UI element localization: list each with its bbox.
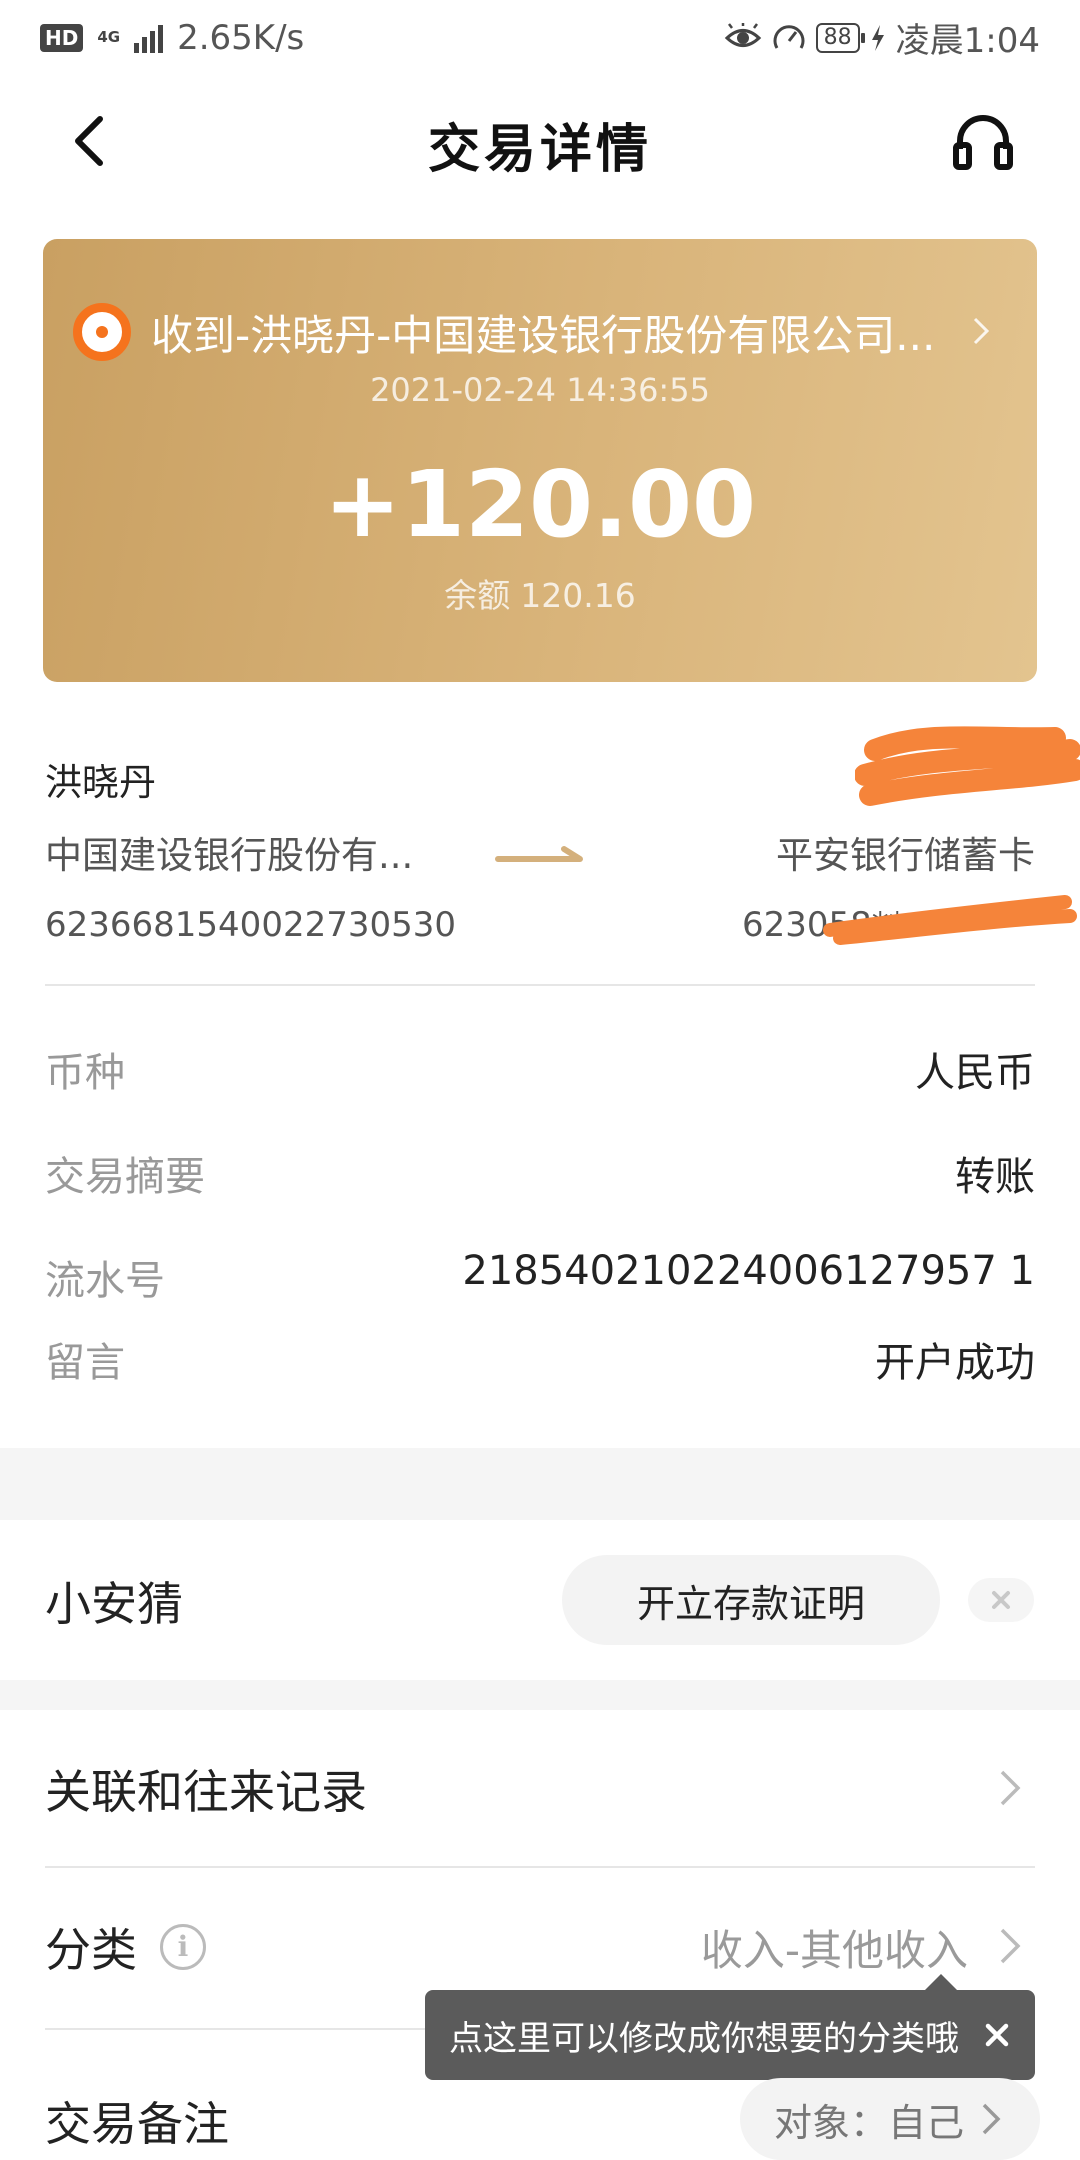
remark-object-text: 对象：自己 [774,2100,965,2145]
status-bar: HD 4G 2.65K/s 88 凌晨1:04 [0,0,1080,75]
category-tooltip: 点这里可以修改成你想要的分类哦 [425,1974,1035,2080]
charging-icon [871,24,884,51]
payer-account: 6236681540022730530 [45,905,457,945]
summary-value: 转账 [955,1154,1035,1200]
status-bar-left: HD 4G 2.65K/s [40,18,304,58]
serial-number-value: 218540210224006127957 1 [462,1248,1035,1294]
currency-label: 币种 [45,1050,125,1096]
network-speed: 2.65K/s [177,17,305,58]
bank-logo-icon [73,303,131,361]
xiaoan-title: 小安猜 [45,1577,183,1631]
divider [45,984,1035,986]
summary-label: 交易摘要 [45,1154,205,1200]
info-icon[interactable]: i [160,1924,206,1970]
balance-value: 120.16 [520,576,636,615]
transaction-datetime: 2021-02-24 14:36:55 [370,371,710,409]
redaction-scribble [855,726,1080,806]
speed-meter-icon [773,24,805,49]
counterparty-link[interactable]: 收到-洪晓丹-中国建设银行股份有限公司... [73,297,1003,367]
redaction-scribble-account [823,895,1077,945]
clock: 凌晨1:04 [895,21,1040,61]
eye-comfort-icon [724,22,761,47]
transaction-amount: +120.00 [323,451,757,558]
transfer-arrow-icon [495,846,583,862]
transaction-headline: 收到-洪晓丹-中国建设银行股份有限公司... [151,310,936,360]
section-gap [0,1448,1080,1520]
remark-label: 交易备注 [45,2097,229,2151]
battery-icon: 88 [815,22,865,53]
divider [45,1866,1035,1868]
payee-bank: 平安银行储蓄卡 [776,834,1035,877]
hd-badge: HD [40,23,84,52]
headset-icon[interactable] [950,109,1016,175]
page-title: 交易详情 [427,119,652,180]
network-type: 4G [97,28,121,46]
currency-value: 人民币 [915,1050,1035,1096]
chevron-right-icon [982,2103,1001,2135]
category-label: 分类 [45,1923,137,1977]
remark-object-button[interactable]: 对象：自己 [740,2078,1040,2160]
balance-label: 余额 [444,576,511,615]
tooltip-text: 点这里可以修改成你想要的分类哦 [449,2018,959,2059]
deposit-certificate-button[interactable]: 开立存款证明 [562,1555,940,1645]
balance-line: 余额 120.16 [43,569,1037,617]
serial-number-label: 流水号 [45,1258,165,1304]
signal-icon [134,23,164,53]
chevron-right-icon [1000,1770,1021,1806]
close-icon [992,1591,1010,1609]
nav-bar: 交易详情 [0,75,1080,205]
payer-bank: 中国建设银行股份有... [45,834,414,877]
status-bar-right: 88 凌晨1:04 [724,13,1040,62]
message-label: 留言 [45,1340,125,1386]
section-gap [0,1680,1080,1710]
chevron-right-icon [1000,1928,1021,1964]
payer-name: 洪晓丹 [45,761,156,804]
chevron-right-icon [973,317,990,345]
transaction-summary-card: 收到-洪晓丹-中国建设银行股份有限公司... 2021-02-24 14:36:… [43,239,1037,682]
close-icon[interactable] [977,2015,1017,2055]
message-value: 开户成功 [875,1340,1035,1386]
related-records-item[interactable]: 关联和往来记录 [45,1756,367,1822]
category-value[interactable]: 收入-其他收入 [701,1917,968,1978]
dismiss-suggestion-button[interactable] [968,1578,1034,1622]
